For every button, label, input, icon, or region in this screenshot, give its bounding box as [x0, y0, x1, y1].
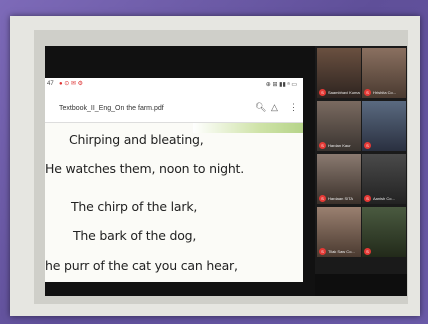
participant-tile[interactable]: S Hardaan SITA	[317, 154, 361, 204]
status-bar: 47 ● ⊙ ✉ ⚙ ⊕ ⊞ ▮▮ ᵃ ▭	[45, 78, 303, 92]
participant-name: Tilak Saw Co...	[328, 249, 355, 254]
pdf-page: Chirping and bleating, He watches them, …	[45, 123, 303, 282]
avatar: S	[319, 142, 326, 149]
participant-tile[interactable]: S	[362, 101, 406, 151]
participant-tile[interactable]: S Aanish Co...	[362, 154, 406, 204]
participant-name: Hrishita Co...	[373, 90, 397, 95]
avatar: S	[319, 195, 326, 202]
poem-line: He watches them, noon to night.	[45, 161, 245, 176]
avatar: S	[364, 89, 371, 96]
participant-name: Saambhavi Kumar	[328, 90, 360, 95]
participant-name: Hardaan SITA	[328, 196, 354, 201]
drive-icon[interactable]: △	[271, 102, 278, 113]
poem-line: The chirp of the lark,	[71, 199, 198, 214]
participant-tile[interactable]: S	[362, 207, 406, 257]
more-icon[interactable]: ⋮	[289, 102, 298, 113]
shared-phone-screen: 47 ● ⊙ ✉ ⚙ ⊕ ⊞ ▮▮ ᵃ ▭ Textbook_II_Eng_On…	[45, 78, 303, 282]
poem-line: Chirping and bleating,	[69, 132, 204, 147]
avatar: S	[364, 195, 371, 202]
notification-icons: ● ⊙ ✉ ⚙	[59, 81, 84, 87]
search-icon[interactable]: 🔍︎	[255, 102, 266, 113]
participant-gallery: S Saambhavi Kumar S Hrishita Co... S Har…	[315, 46, 407, 296]
poem-line: The bark of the dog,	[73, 228, 197, 243]
participant-name: Hardan Kaur	[328, 143, 351, 148]
participant-tile[interactable]: S Saambhavi Kumar	[317, 48, 361, 98]
avatar: S	[364, 248, 371, 255]
poem-line: he purr of the cat you can hear,	[45, 258, 238, 273]
avatar: S	[319, 89, 326, 96]
pdf-title: Textbook_II_Eng_On the farm.pdf	[59, 105, 164, 112]
avatar: S	[319, 248, 326, 255]
system-icons: ⊕ ⊞ ▮▮ ᵃ ▭	[265, 82, 297, 88]
screen: 47 ● ⊙ ✉ ⚙ ⊕ ⊞ ▮▮ ᵃ ▭ Textbook_II_Eng_On…	[45, 46, 407, 296]
page-illustration	[193, 123, 303, 133]
participant-name: Aanish Co...	[373, 196, 395, 201]
participant-tile[interactable]: S Hardan Kaur	[317, 101, 361, 151]
gallery-footer	[315, 274, 407, 296]
status-time: 47	[47, 81, 54, 87]
participant-tile[interactable]: S Hrishita Co...	[362, 48, 406, 98]
pdf-header: Textbook_II_Eng_On the farm.pdf 🔍︎ △ ⋮	[45, 92, 303, 123]
avatar: S	[364, 142, 371, 149]
participant-tile[interactable]: S Tilak Saw Co...	[317, 207, 361, 257]
